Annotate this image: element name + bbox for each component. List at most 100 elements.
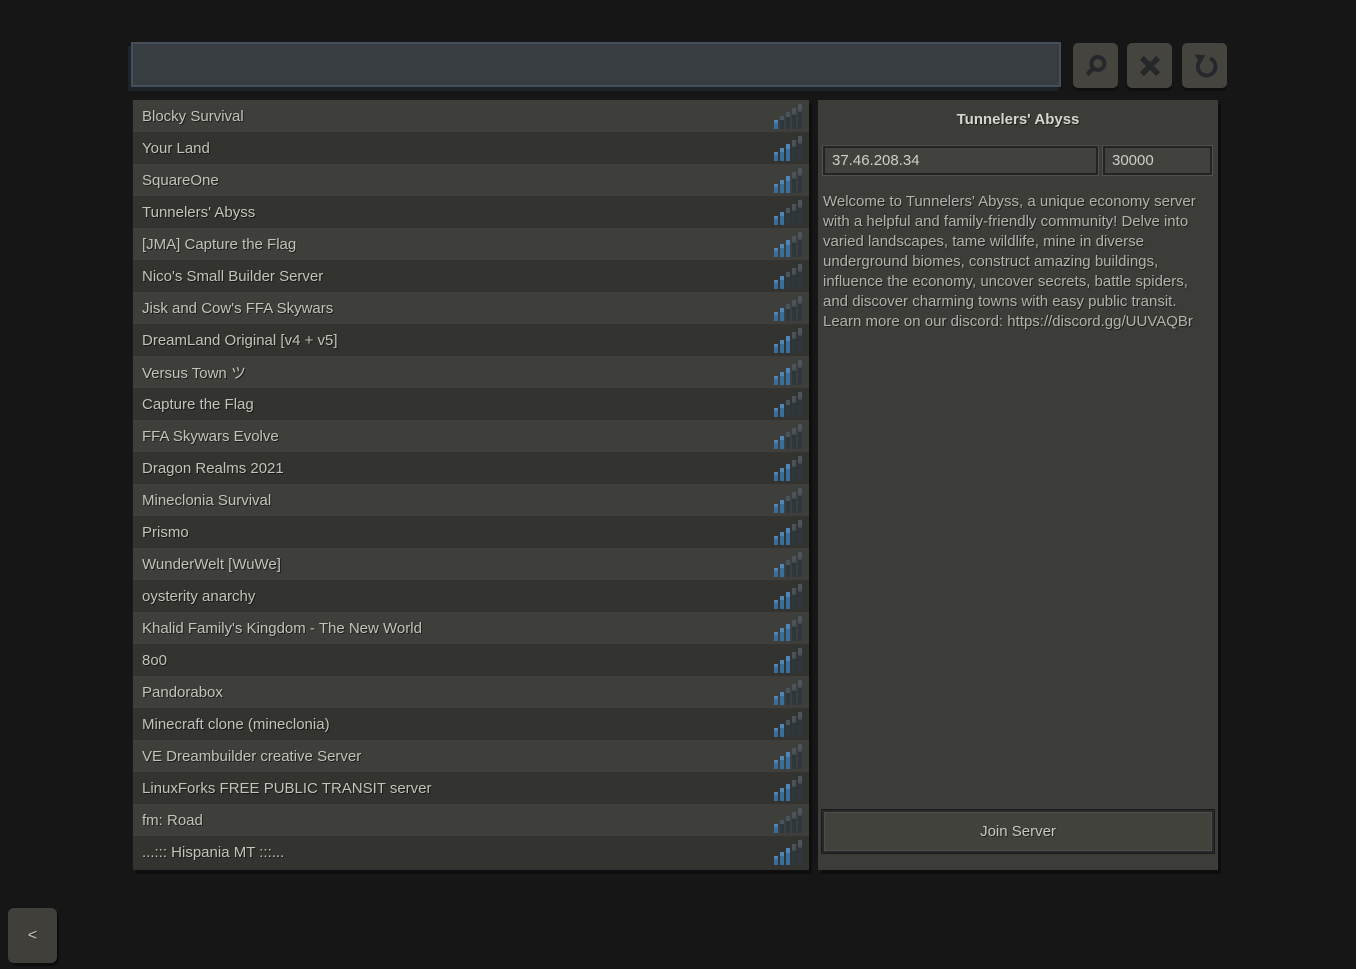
- ping-bar: [774, 152, 778, 161]
- ping-bar: [798, 360, 802, 385]
- ping-bars-icon: [774, 295, 802, 321]
- server-row[interactable]: Prismo: [133, 516, 809, 548]
- ping-bars-icon: [774, 135, 802, 161]
- ping-bar: [798, 456, 802, 481]
- ping-bars-icon: [774, 199, 802, 225]
- server-name: Khalid Family's Kingdom - The New World: [142, 620, 774, 637]
- ping-bar: [786, 400, 790, 417]
- server-row[interactable]: SquareOne: [133, 164, 809, 196]
- server-row[interactable]: Tunnelers' Abyss: [133, 196, 809, 228]
- ping-bars-icon: [774, 359, 802, 385]
- ping-bar: [798, 712, 802, 737]
- ping-bar: [792, 300, 796, 321]
- server-row[interactable]: Nico's Small Builder Server: [133, 260, 809, 292]
- ping-bars-icon: [774, 775, 802, 801]
- ping-bar: [774, 248, 778, 257]
- server-name: Jisk and Cow's FFA Skywars: [142, 300, 774, 317]
- server-row[interactable]: FFA Skywars Evolve: [133, 420, 809, 452]
- ping-bar: [786, 240, 790, 257]
- server-port-field[interactable]: [1103, 146, 1212, 175]
- server-name: VE Dreambuilder creative Server: [142, 748, 774, 765]
- ping-bar: [798, 136, 802, 161]
- ping-bar: [780, 596, 784, 609]
- ping-bar: [792, 492, 796, 513]
- server-row[interactable]: fm: Road: [133, 804, 809, 836]
- ping-bar: [798, 840, 802, 865]
- ping-bar: [780, 276, 784, 289]
- server-description: Welcome to Tunnelers' Abyss, a unique ec…: [823, 192, 1212, 332]
- ping-bars-icon: [774, 583, 802, 609]
- server-row[interactable]: 8o0: [133, 644, 809, 676]
- ping-bar: [774, 696, 778, 705]
- server-row[interactable]: Minecraft clone (mineclonia): [133, 708, 809, 740]
- ping-bar: [792, 332, 796, 353]
- ping-bar: [798, 520, 802, 545]
- ping-bar: [780, 532, 784, 545]
- ping-bar: [786, 464, 790, 481]
- server-name: Prismo: [142, 524, 774, 541]
- ping-bar: [798, 392, 802, 417]
- ping-bar: [774, 344, 778, 353]
- ping-bar: [798, 680, 802, 705]
- server-address-field[interactable]: [823, 146, 1098, 175]
- server-row[interactable]: Jisk and Cow's FFA Skywars: [133, 292, 809, 324]
- ping-bar: [780, 692, 784, 705]
- ping-bar: [792, 460, 796, 481]
- server-name: ...::: Hispania MT :::...: [142, 844, 774, 861]
- ping-bar: [774, 728, 778, 737]
- ping-bar: [786, 528, 790, 545]
- clear-search-button[interactable]: [1127, 43, 1172, 88]
- server-row[interactable]: oysterity anarchy: [133, 580, 809, 612]
- server-row[interactable]: Mineclonia Survival: [133, 484, 809, 516]
- ping-bar: [792, 204, 796, 225]
- ping-bar: [774, 600, 778, 609]
- search-button[interactable]: [1073, 43, 1118, 88]
- ping-bar: [792, 620, 796, 641]
- ping-bar: [798, 104, 802, 129]
- back-button[interactable]: <: [8, 908, 57, 963]
- ping-bar: [786, 144, 790, 161]
- server-name: Pandorabox: [142, 684, 774, 701]
- ping-bar: [786, 592, 790, 609]
- ping-bar: [780, 340, 784, 353]
- refresh-button[interactable]: [1182, 43, 1227, 88]
- ping-bars-icon: [774, 807, 802, 833]
- ping-bar: [792, 780, 796, 801]
- ping-bar: [792, 108, 796, 129]
- server-row[interactable]: WunderWelt [WuWe]: [133, 548, 809, 580]
- server-row[interactable]: VE Dreambuilder creative Server: [133, 740, 809, 772]
- ping-bar: [798, 776, 802, 801]
- search-input[interactable]: [131, 42, 1061, 87]
- server-name: 8o0: [142, 652, 774, 669]
- server-row[interactable]: Pandorabox: [133, 676, 809, 708]
- ping-bar: [792, 428, 796, 449]
- server-row[interactable]: Blocky Survival: [133, 100, 809, 132]
- ping-bar: [786, 848, 790, 865]
- join-server-button[interactable]: Join Server: [822, 810, 1214, 853]
- server-row[interactable]: Versus Town ツ: [133, 356, 809, 388]
- refresh-icon: [1190, 51, 1220, 81]
- server-row[interactable]: Your Land: [133, 132, 809, 164]
- ping-bar: [798, 264, 802, 289]
- server-name: Versus Town ツ: [142, 362, 774, 383]
- ping-bar: [780, 308, 784, 321]
- ping-bar: [774, 184, 778, 193]
- server-row[interactable]: DreamLand Original [v4 + v5]: [133, 324, 809, 356]
- ping-bar: [774, 312, 778, 321]
- ping-bar: [774, 280, 778, 289]
- ping-bar: [774, 504, 778, 513]
- server-row[interactable]: Capture the Flag: [133, 388, 809, 420]
- ping-bar: [774, 632, 778, 641]
- server-row[interactable]: [JMA] Capture the Flag: [133, 228, 809, 260]
- server-row[interactable]: LinuxForks FREE PUBLIC TRANSIT server: [133, 772, 809, 804]
- server-row[interactable]: Dragon Realms 2021: [133, 452, 809, 484]
- ping-bar: [780, 180, 784, 193]
- server-name: Minecraft clone (mineclonia): [142, 716, 774, 733]
- close-icon: [1135, 51, 1165, 81]
- server-name: Dragon Realms 2021: [142, 460, 774, 477]
- ping-bars-icon: [774, 615, 802, 641]
- ping-bar: [786, 816, 790, 833]
- ping-bar: [780, 404, 784, 417]
- server-row[interactable]: ...::: Hispania MT :::...: [133, 836, 809, 868]
- server-row[interactable]: Khalid Family's Kingdom - The New World: [133, 612, 809, 644]
